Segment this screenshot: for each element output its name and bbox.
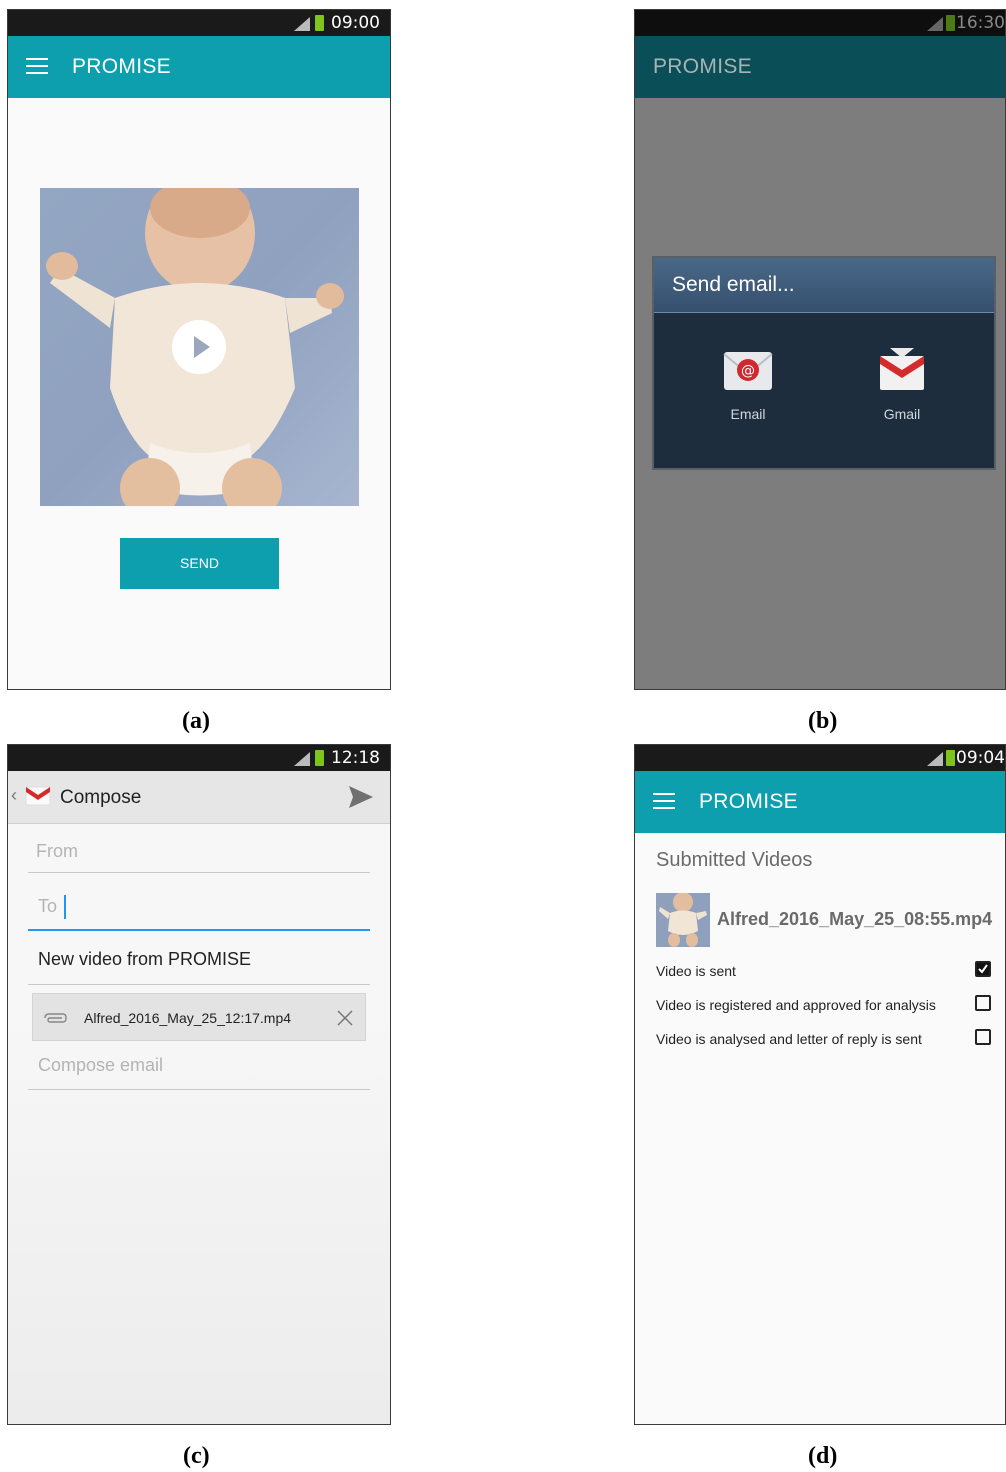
app-bar: PROMISE	[8, 36, 390, 98]
status-item-sent: Video is sent	[656, 961, 991, 985]
from-placeholder: From	[36, 841, 78, 861]
battery-icon	[315, 750, 324, 766]
to-field[interactable]: To	[38, 895, 67, 919]
video-row[interactable]: Alfred_2016_May_25_08:55.mp4	[656, 893, 1001, 947]
status-bar: 09:04	[635, 745, 1005, 771]
compose-title: Compose	[60, 787, 142, 808]
status-label: Video is sent	[656, 963, 736, 979]
svg-text:@: @	[741, 363, 755, 379]
status-time: 09:04	[956, 748, 1005, 768]
status-item-registered: Video is registered and approved for ana…	[656, 995, 991, 1019]
signal-icon	[294, 17, 310, 31]
text-cursor	[64, 895, 67, 919]
menu-icon[interactable]	[653, 793, 675, 809]
email-app-icon: @	[723, 352, 773, 390]
section-title: Submitted Videos	[656, 849, 813, 871]
battery-icon	[946, 750, 955, 766]
checkbox-registered[interactable]	[975, 995, 991, 1011]
gmail-icon[interactable]	[24, 783, 52, 807]
caption-d: (d)	[808, 1443, 838, 1469]
play-icon	[194, 336, 210, 358]
from-underline	[28, 872, 370, 873]
body-field[interactable]: Compose email	[38, 1055, 163, 1076]
status-bar: 12:18	[8, 745, 390, 771]
status-bar: 16:30	[635, 10, 1005, 36]
play-button[interactable]	[172, 320, 226, 374]
checkbox-sent[interactable]	[975, 961, 991, 977]
attachment-name: Alfred_2016_May_25_12:17.mp4	[84, 1010, 292, 1026]
caption-b: (b)	[808, 708, 838, 734]
send-icon[interactable]	[348, 785, 374, 809]
body-placeholder: Compose email	[38, 1055, 164, 1075]
send-button-label: SEND	[180, 555, 219, 571]
status-time: 12:18	[331, 748, 380, 768]
signal-icon	[927, 752, 943, 766]
subject-field[interactable]: New video from PROMISE	[38, 949, 251, 970]
close-icon[interactable]	[337, 1010, 353, 1026]
screen-a: 09:00 PROMISE SEND	[7, 9, 391, 690]
option-email-label: Email	[730, 406, 766, 422]
video-file-name: Alfred_2016_May_25_08:55.mp4	[717, 909, 993, 929]
gmail-icon	[880, 348, 924, 390]
to-placeholder: To	[38, 895, 58, 916]
body-underline	[28, 1089, 370, 1090]
check-icon	[978, 964, 988, 974]
from-field[interactable]: From	[36, 841, 78, 862]
caption-c: (c)	[183, 1443, 210, 1469]
status-time: 16:30	[956, 13, 1005, 33]
option-gmail-label: Gmail	[883, 406, 921, 422]
app-title: PROMISE	[72, 55, 171, 78]
to-underline	[28, 929, 370, 931]
signal-icon	[294, 752, 310, 766]
menu-icon[interactable]	[26, 58, 48, 74]
send-button[interactable]: SEND	[120, 538, 279, 589]
status-time: 09:00	[331, 13, 380, 33]
subject-value: New video from PROMISE	[38, 949, 252, 969]
video-thumbnail[interactable]	[40, 188, 359, 506]
option-email[interactable]: @ Email	[694, 346, 802, 436]
app-title: PROMISE	[653, 55, 752, 78]
signal-icon	[927, 17, 943, 31]
compose-header: ‹ Compose	[8, 771, 390, 824]
dialog-header: Send email...	[654, 258, 994, 313]
dialog-title: Send email...	[672, 273, 795, 296]
battery-icon	[946, 15, 955, 31]
status-label: Video is analysed and letter of reply is…	[656, 1031, 922, 1047]
status-item-analysed: Video is analysed and letter of reply is…	[656, 1029, 991, 1053]
back-chevron-icon[interactable]: ‹	[11, 785, 17, 806]
app-bar: PROMISE	[635, 771, 1005, 833]
video-thumbnail	[656, 893, 710, 947]
screen-b: 16:30 PROMISE Send email... @ Email Gmai…	[634, 9, 1006, 690]
screen-d: 09:04 PROMISE Submitted Videos Alfred_20…	[634, 744, 1006, 1425]
status-label: Video is registered and approved for ana…	[656, 997, 936, 1013]
status-bar: 09:00	[8, 10, 390, 36]
screen-c: 12:18 ‹ Compose From To New video from P…	[7, 744, 391, 1425]
app-title: PROMISE	[699, 790, 798, 813]
send-email-dialog: Send email... @ Email Gmail	[652, 256, 996, 470]
caption-a: (a)	[182, 708, 210, 734]
attachment-chip[interactable]: Alfred_2016_May_25_12:17.mp4	[32, 993, 366, 1041]
subject-underline	[28, 984, 370, 985]
battery-icon	[315, 15, 324, 31]
paperclip-icon	[44, 1013, 67, 1023]
option-gmail[interactable]: Gmail	[848, 346, 956, 436]
app-bar: PROMISE	[635, 36, 1005, 98]
checkbox-analysed[interactable]	[975, 1029, 991, 1045]
